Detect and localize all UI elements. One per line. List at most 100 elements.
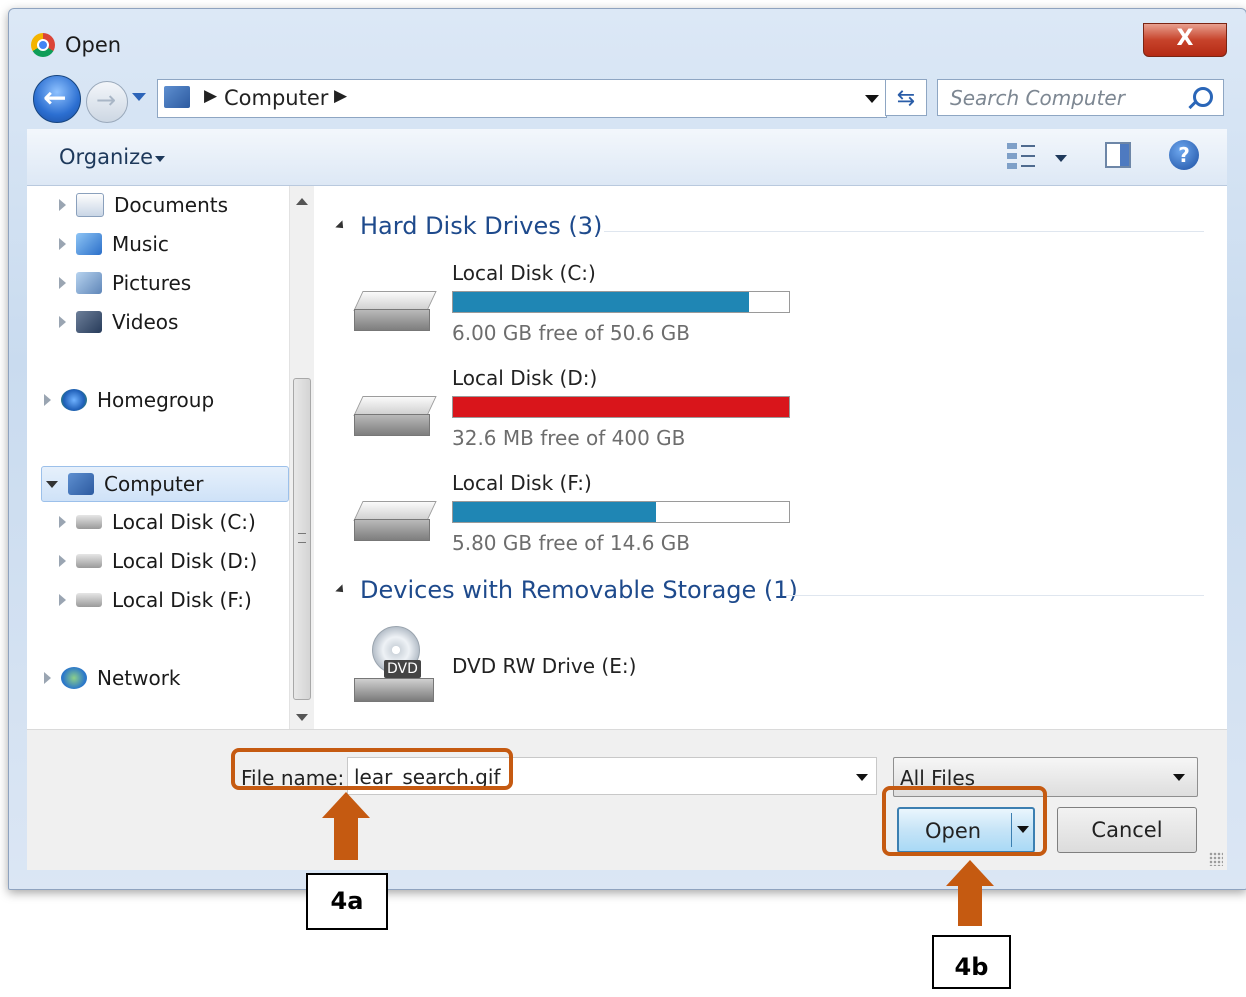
- drive-item-c[interactable]: Local Disk (C:) 6.00 GB free of 50.6 GB: [353, 261, 1054, 361]
- nav-item-label: Network: [97, 666, 181, 690]
- grip-icon: [298, 533, 306, 543]
- dialog-footer: File name: lear_search.gif All Files Ope…: [27, 729, 1227, 870]
- title-bar: Open X: [9, 9, 1246, 64]
- group-header-removable-storage[interactable]: Devices with Removable Storage (1): [335, 576, 798, 604]
- address-dropdown-icon[interactable]: [865, 95, 879, 103]
- nav-item-pictures[interactable]: Pictures: [59, 266, 191, 300]
- scroll-up-icon[interactable]: [296, 198, 308, 205]
- forward-button[interactable]: [86, 81, 128, 123]
- dvd-badge: DVD: [384, 660, 421, 678]
- chevron-down-icon[interactable]: [1173, 774, 1185, 781]
- expand-arrow-icon[interactable]: [59, 516, 66, 528]
- drive-icon: [76, 515, 102, 529]
- collapse-arrow-icon[interactable]: [335, 584, 347, 596]
- computer-icon: [68, 473, 94, 495]
- drive-icon: [76, 554, 102, 568]
- back-button[interactable]: [33, 75, 81, 123]
- breadcrumb-chevron-icon[interactable]: ▶: [334, 86, 347, 106]
- command-bar: Organize ?: [27, 129, 1227, 186]
- nav-item-computer[interactable]: Computer: [41, 466, 289, 502]
- nav-item-network[interactable]: Network: [44, 661, 181, 695]
- window-title: Open: [65, 33, 122, 57]
- highlight-open-button: [882, 786, 1047, 856]
- change-view-icon[interactable]: [1007, 143, 1037, 169]
- nav-item-local-disk-c[interactable]: Local Disk (C:): [59, 505, 256, 539]
- drive-usage-fill: [453, 397, 789, 417]
- refresh-button[interactable]: ⇆: [885, 79, 927, 116]
- nav-scrollbar[interactable]: [289, 186, 314, 729]
- search-icon[interactable]: [1193, 87, 1213, 107]
- recent-locations-dropdown[interactable]: [132, 93, 146, 101]
- drive-label: Local Disk (F:): [452, 471, 592, 495]
- chevron-down-icon[interactable]: [155, 156, 165, 162]
- computer-icon: [164, 86, 190, 108]
- documents-icon: [76, 193, 104, 217]
- view-options-chevron-icon[interactable]: [1055, 155, 1067, 162]
- dvd-drive-icon: DVD: [354, 626, 436, 706]
- expand-arrow-icon[interactable]: [44, 672, 51, 684]
- address-bar[interactable]: ▶ Computer ▶: [157, 79, 887, 118]
- nav-item-homegroup[interactable]: Homegroup: [44, 383, 214, 417]
- close-button[interactable]: X: [1143, 23, 1227, 57]
- step-label-4b: 4b: [932, 935, 1011, 989]
- group-header-hard-disk-drives[interactable]: Hard Disk Drives (3): [335, 212, 603, 240]
- drive-item-f[interactable]: Local Disk (F:) 5.80 GB free of 14.6 GB: [353, 471, 1054, 571]
- drive-free-space: 32.6 MB free of 400 GB: [452, 426, 686, 450]
- drive-label: Local Disk (C:): [452, 261, 596, 285]
- drive-item-dvd[interactable]: DVD DVD RW Drive (E:): [354, 626, 1054, 726]
- drive-label: DVD RW Drive (E:): [452, 654, 637, 678]
- nav-item-local-disk-f[interactable]: Local Disk (F:): [59, 583, 252, 617]
- drive-usage-bar: [452, 501, 790, 523]
- help-icon[interactable]: ?: [1169, 140, 1199, 170]
- nav-item-documents[interactable]: Documents: [59, 188, 228, 222]
- videos-icon: [76, 311, 102, 333]
- expand-arrow-icon[interactable]: [59, 316, 66, 328]
- drive-free-space: 6.00 GB free of 50.6 GB: [452, 321, 690, 345]
- nav-item-label: Videos: [112, 310, 179, 334]
- hard-drive-icon: [353, 291, 437, 335]
- hard-drive-icon: [353, 501, 437, 545]
- collapse-arrow-icon[interactable]: [46, 480, 58, 488]
- resize-grip-icon[interactable]: [1209, 852, 1223, 866]
- nav-item-local-disk-d[interactable]: Local Disk (D:): [59, 544, 257, 578]
- up-arrow-icon: [946, 860, 994, 926]
- scroll-down-icon[interactable]: [296, 714, 308, 721]
- nav-item-label: Documents: [114, 193, 229, 217]
- drive-item-d[interactable]: Local Disk (D:) 32.6 MB free of 400 GB: [353, 366, 1054, 466]
- nav-item-label: Local Disk (D:): [112, 549, 258, 573]
- drive-label: Local Disk (D:): [452, 366, 598, 390]
- organize-button[interactable]: Organize: [59, 145, 153, 169]
- expand-arrow-icon[interactable]: [59, 594, 66, 606]
- expand-arrow-icon[interactable]: [59, 277, 66, 289]
- nav-item-label: Local Disk (C:): [112, 510, 256, 534]
- up-arrow-icon: [322, 792, 370, 860]
- group-title: Hard Disk Drives (3): [360, 212, 603, 240]
- content-pane: Hard Disk Drives (3) Local Disk (C:) 6.0…: [314, 186, 1227, 729]
- music-icon: [76, 233, 102, 255]
- expand-arrow-icon[interactable]: [59, 199, 66, 211]
- nav-item-music[interactable]: Music: [59, 227, 169, 261]
- nav-item-label: Pictures: [112, 271, 192, 295]
- network-icon: [61, 667, 87, 689]
- cancel-button[interactable]: Cancel: [1057, 807, 1197, 853]
- drive-usage-bar: [452, 291, 790, 313]
- nav-item-videos[interactable]: Videos: [59, 305, 178, 339]
- chevron-down-icon[interactable]: [856, 774, 868, 781]
- hard-drive-icon: [353, 396, 437, 440]
- search-input[interactable]: Search Computer: [937, 79, 1224, 116]
- search-placeholder: Search Computer: [950, 86, 1125, 110]
- group-divider: [786, 595, 1204, 596]
- breadcrumb-computer[interactable]: Computer: [224, 86, 328, 110]
- expand-arrow-icon[interactable]: [44, 394, 51, 406]
- open-dialog: Open X ▶ Computer ▶ ⇆ Search Computer Or…: [8, 8, 1246, 890]
- drive-usage-bar: [452, 396, 790, 418]
- breadcrumb-chevron-icon[interactable]: ▶: [204, 86, 217, 106]
- group-title: Devices with Removable Storage (1): [360, 576, 798, 604]
- drive-icon: [76, 593, 102, 607]
- preview-pane-icon[interactable]: [1105, 142, 1131, 168]
- collapse-arrow-icon[interactable]: [335, 220, 347, 232]
- nav-item-label: Local Disk (F:): [112, 588, 252, 612]
- expand-arrow-icon[interactable]: [59, 238, 66, 250]
- scroll-thumb[interactable]: [293, 378, 311, 700]
- expand-arrow-icon[interactable]: [59, 555, 66, 567]
